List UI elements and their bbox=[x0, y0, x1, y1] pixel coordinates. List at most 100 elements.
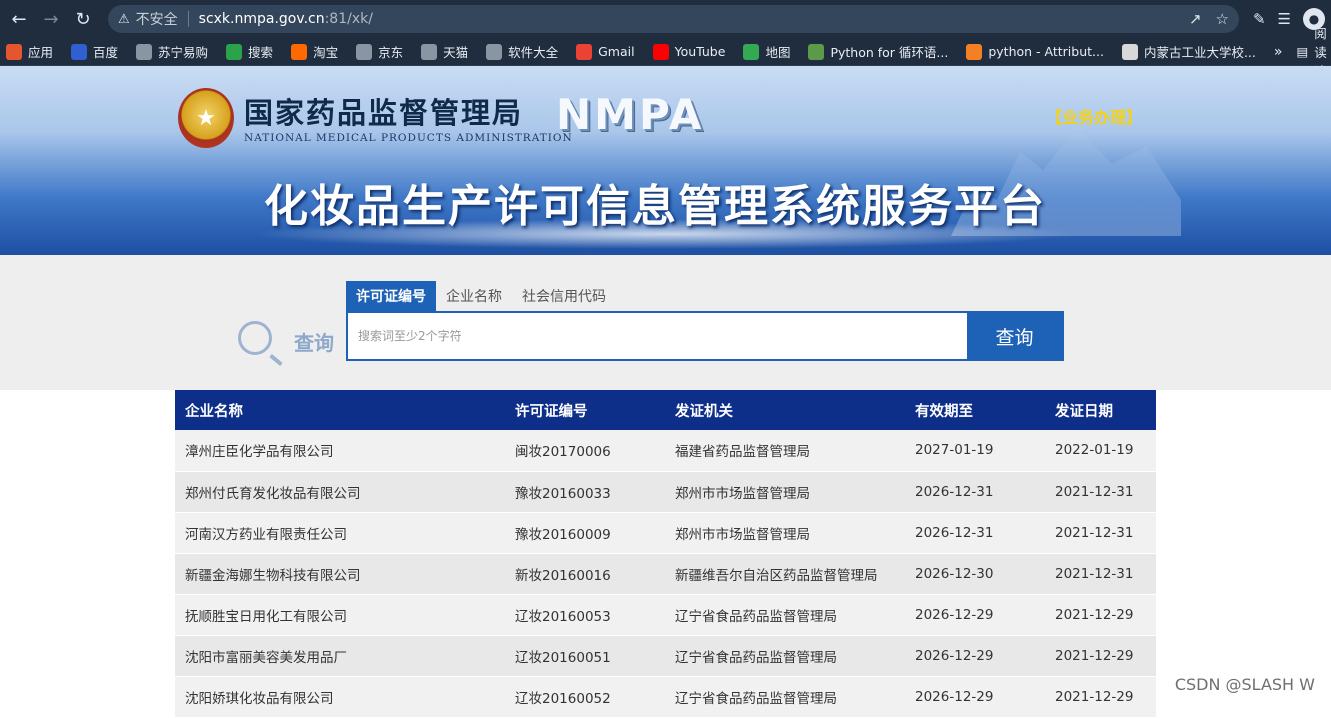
issue-date-cell: 2022-01-19 bbox=[1045, 430, 1156, 471]
bookmark-favicon-icon bbox=[136, 44, 152, 60]
address-bar[interactable]: ⚠ 不安全 scxk.nmpa.gov.cn:81/xk/ ↗ ☆ bbox=[108, 5, 1239, 33]
bookmark-item[interactable]: 天猫 bbox=[421, 42, 468, 61]
table-row[interactable]: 抚顺胜宝日用化工有限公司辽妆20160053辽宁省食品药品监督管理局2026-1… bbox=[175, 594, 1156, 635]
bookmark-label: 软件大全 bbox=[508, 42, 558, 61]
browser-toolbar: ← → ↻ ⚠ 不安全 scxk.nmpa.gov.cn:81/xk/ ↗ ☆ … bbox=[0, 0, 1331, 38]
globe-search-icon bbox=[238, 321, 272, 355]
business-link[interactable]: 【业务办理】 bbox=[1046, 104, 1142, 128]
bookmark-item[interactable]: 软件大全 bbox=[486, 42, 558, 61]
valid-until-cell: 2027-01-19 bbox=[905, 430, 1045, 471]
bookmark-label: 天猫 bbox=[443, 42, 468, 61]
authority-cell: 辽宁省食品药品监督管理局 bbox=[665, 635, 905, 676]
bookmark-item[interactable]: python - Attribut... bbox=[966, 44, 1104, 60]
reading-mode-icon: ▤ bbox=[1296, 44, 1308, 59]
org-name-en: NATIONAL MEDICAL PRODUCTS ADMINISTRATION bbox=[244, 132, 573, 144]
reading-list-icon[interactable]: ☰ bbox=[1278, 10, 1291, 28]
table-row[interactable]: 新疆金海娜生物科技有限公司新妆20160016新疆维吾尔自治区药品监督管理局20… bbox=[175, 553, 1156, 594]
table-row[interactable]: 郑州付氏育发化妆品有限公司豫妆20160033郑州市市场监督管理局2026-12… bbox=[175, 471, 1156, 512]
bookmark-item[interactable]: 地图 bbox=[743, 42, 790, 61]
table-header-row: 企业名称 许可证编号 发证机关 有效期至 发证日期 bbox=[175, 390, 1156, 430]
bookmark-item[interactable]: 京东 bbox=[356, 42, 403, 61]
forward-icon[interactable]: → bbox=[38, 6, 64, 32]
bookmark-item[interactable]: 苏宁易购 bbox=[136, 42, 208, 61]
reload-icon[interactable]: ↻ bbox=[70, 6, 96, 32]
bookmark-label: 内蒙古工业大学校... bbox=[1144, 42, 1256, 61]
nmpa-logo: NMPA bbox=[556, 90, 704, 139]
bookmark-item[interactable]: Python for 循环语... bbox=[808, 42, 948, 61]
bookmark-item[interactable]: Gmail bbox=[576, 44, 634, 60]
bookmark-label: 百度 bbox=[93, 42, 118, 61]
header-valid-until: 有效期至 bbox=[905, 390, 1045, 430]
issue-date-cell: 2021-12-31 bbox=[1045, 471, 1156, 512]
table-row[interactable]: 河南汉方药业有限责任公司豫妆20160009郑州市市场监督管理局2026-12-… bbox=[175, 512, 1156, 553]
authority-cell: 新疆维吾尔自治区药品监督管理局 bbox=[665, 553, 905, 594]
bookmark-item[interactable]: 百度 bbox=[71, 42, 118, 61]
company-name-cell: 漳州庄臣化学品有限公司 bbox=[175, 430, 505, 471]
header-company: 企业名称 bbox=[175, 390, 505, 430]
valid-until-cell: 2026-12-30 bbox=[905, 553, 1045, 594]
bookmark-item[interactable]: YouTube bbox=[653, 44, 726, 60]
authority-cell: 郑州市市场监督管理局 bbox=[665, 512, 905, 553]
national-emblem-icon: ★ bbox=[178, 88, 234, 148]
valid-until-cell: 2026-12-29 bbox=[905, 594, 1045, 635]
header-license: 许可证编号 bbox=[505, 390, 665, 430]
search-input[interactable] bbox=[348, 313, 967, 359]
bookmark-label: 淘宝 bbox=[313, 42, 338, 61]
bookmark-favicon-icon bbox=[226, 44, 242, 60]
table-row[interactable]: 沈阳市富丽美容美发用品厂辽妆20160051辽宁省食品药品监督管理局2026-1… bbox=[175, 635, 1156, 676]
tab-license-number[interactable]: 许可证编号 bbox=[346, 281, 436, 311]
bookmark-item[interactable]: 内蒙古工业大学校... bbox=[1122, 42, 1256, 61]
license-number-cell: 豫妆20160009 bbox=[505, 512, 665, 553]
bookmark-favicon-icon bbox=[1122, 44, 1138, 60]
company-name-cell: 沈阳市富丽美容美发用品厂 bbox=[175, 635, 505, 676]
url-text[interactable]: scxk.nmpa.gov.cn:81/xk/ bbox=[199, 11, 373, 27]
bookmark-favicon-icon bbox=[576, 44, 592, 60]
bookmarks-more-icon[interactable]: » bbox=[1274, 44, 1283, 60]
bookmark-item[interactable]: 应用 bbox=[6, 42, 53, 61]
extensions-icon[interactable]: ✎ bbox=[1253, 10, 1266, 28]
query-label: 查询 bbox=[294, 327, 334, 356]
company-name-cell: 沈阳娇琪化妆品有限公司 bbox=[175, 676, 505, 717]
issue-date-cell: 2021-12-29 bbox=[1045, 594, 1156, 635]
issue-date-cell: 2021-12-29 bbox=[1045, 676, 1156, 717]
insecure-label: 不安全 bbox=[136, 9, 178, 29]
bookmark-star-icon[interactable]: ☆ bbox=[1216, 10, 1229, 28]
bookmark-favicon-icon bbox=[356, 44, 372, 60]
license-number-cell: 新妆20160016 bbox=[505, 553, 665, 594]
authority-cell: 郑州市市场监督管理局 bbox=[665, 471, 905, 512]
bookmark-label: 搜索 bbox=[248, 42, 273, 61]
issue-date-cell: 2021-12-31 bbox=[1045, 553, 1156, 594]
share-icon[interactable]: ↗ bbox=[1189, 10, 1202, 28]
license-number-cell: 辽妆20160053 bbox=[505, 594, 665, 635]
bookmark-favicon-icon bbox=[486, 44, 502, 60]
valid-until-cell: 2026-12-31 bbox=[905, 471, 1045, 512]
table-row[interactable]: 沈阳娇琪化妆品有限公司辽妆20160052辽宁省食品药品监督管理局2026-12… bbox=[175, 676, 1156, 717]
back-icon[interactable]: ← bbox=[6, 6, 32, 32]
bookmark-favicon-icon bbox=[6, 44, 22, 60]
bookmark-favicon-icon bbox=[291, 44, 307, 60]
system-title: 化妆品生产许可信息管理系统服务平台 bbox=[264, 170, 1046, 234]
company-name-cell: 郑州付氏育发化妆品有限公司 bbox=[175, 471, 505, 512]
bookmark-label: 地图 bbox=[765, 42, 790, 61]
company-name-cell: 新疆金海娜生物科技有限公司 bbox=[175, 553, 505, 594]
warning-icon: ⚠ bbox=[118, 12, 130, 27]
bookmark-item[interactable]: 淘宝 bbox=[291, 42, 338, 61]
company-name-cell: 河南汉方药业有限责任公司 bbox=[175, 512, 505, 553]
bookmark-label: Gmail bbox=[598, 44, 634, 59]
valid-until-cell: 2026-12-29 bbox=[905, 676, 1045, 717]
bookmark-label: python - Attribut... bbox=[988, 44, 1104, 59]
authority-cell: 辽宁省食品药品监督管理局 bbox=[665, 676, 905, 717]
tab-company-name[interactable]: 企业名称 bbox=[436, 281, 512, 311]
csdn-watermark: CSDN @SLASH W bbox=[1173, 675, 1317, 694]
table-row[interactable]: 漳州庄臣化学品有限公司闽妆20170006福建省药品监督管理局2027-01-1… bbox=[175, 430, 1156, 471]
results-table-container: 企业名称 许可证编号 发证机关 有效期至 发证日期 漳州庄臣化学品有限公司闽妆2… bbox=[175, 390, 1156, 718]
header-authority: 发证机关 bbox=[665, 390, 905, 430]
tab-credit-code[interactable]: 社会信用代码 bbox=[512, 281, 616, 311]
search-box: 查询 bbox=[346, 311, 1064, 361]
url-host: scxk.nmpa.gov.cn bbox=[199, 11, 325, 27]
bookmark-label: 苏宁易购 bbox=[158, 42, 208, 61]
bookmark-favicon-icon bbox=[966, 44, 982, 60]
search-button[interactable]: 查询 bbox=[967, 313, 1062, 359]
bookmark-item[interactable]: 搜索 bbox=[226, 42, 273, 61]
search-section: 查询 许可证编号 企业名称 社会信用代码 查询 bbox=[0, 255, 1331, 390]
